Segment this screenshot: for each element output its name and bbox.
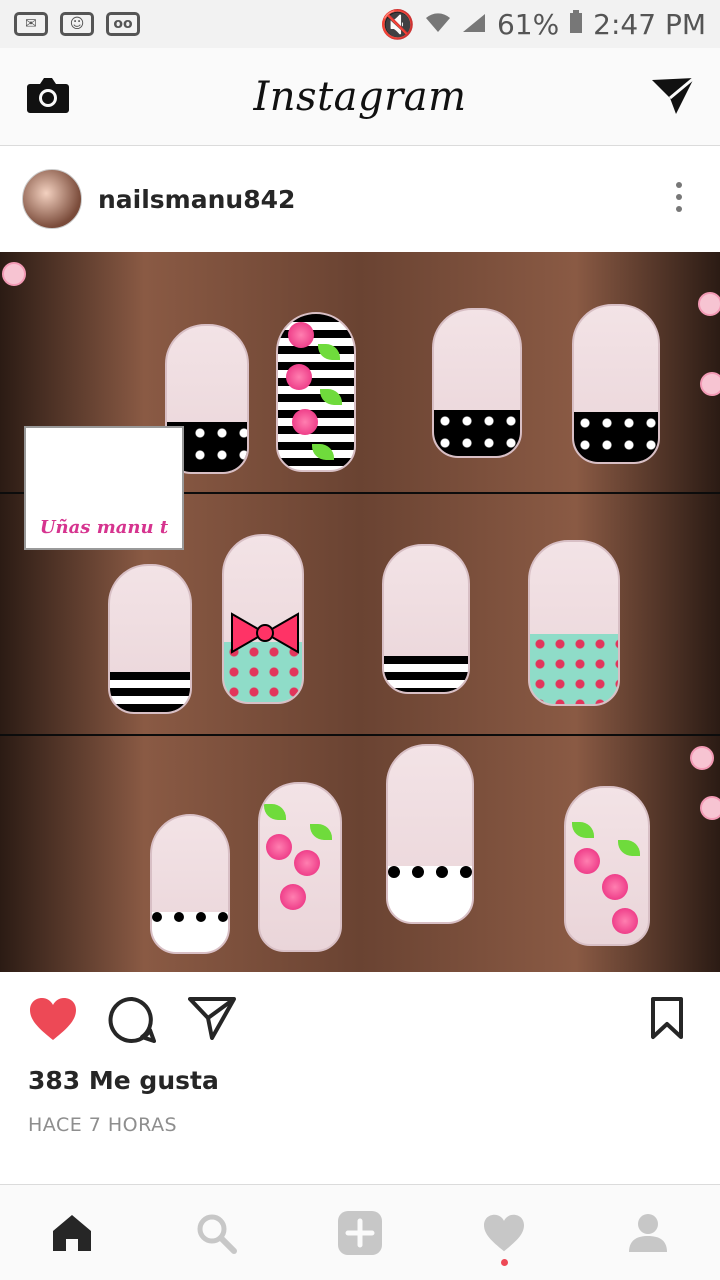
instagram-logo: Instagram	[253, 73, 467, 120]
voicemail-icon: oo	[106, 12, 140, 36]
nail	[258, 782, 342, 952]
post-image[interactable]: Uñas manu t	[0, 252, 720, 972]
comment-icon[interactable]	[108, 996, 156, 1048]
search-icon[interactable]	[192, 1209, 240, 1257]
app-header: Instagram	[0, 48, 720, 146]
watermark-logo: Uñas manu t	[24, 426, 184, 550]
direct-message-icon[interactable]	[650, 76, 696, 120]
likes-count[interactable]: 383 Me gusta	[28, 1066, 219, 1095]
nail	[150, 814, 230, 954]
post-timestamp: HACE 7 HORAS	[28, 1114, 178, 1136]
more-options-icon[interactable]	[676, 182, 682, 212]
nail	[572, 304, 660, 464]
camera-icon[interactable]	[26, 76, 70, 118]
like-heart-icon[interactable]	[28, 996, 78, 1046]
app-icon: ☺	[60, 12, 94, 36]
nail	[432, 308, 522, 458]
nail	[382, 544, 470, 694]
post-header: nailsmanu842	[0, 146, 720, 252]
mail-icon: ✉	[14, 12, 48, 36]
bookmark-icon[interactable]	[650, 996, 684, 1044]
wifi-icon	[425, 8, 451, 41]
battery-icon	[569, 8, 583, 41]
watermark-text: Uñas manu t	[39, 517, 169, 538]
nail	[564, 786, 650, 946]
profile-icon[interactable]	[624, 1209, 672, 1257]
nail	[528, 540, 620, 706]
add-icon[interactable]	[336, 1209, 384, 1257]
nail	[108, 564, 192, 714]
status-bar: ✉ ☺ oo 🔇 61% 2:47 PM	[0, 0, 720, 48]
home-icon[interactable]	[48, 1209, 96, 1257]
share-icon[interactable]	[188, 996, 236, 1044]
post-username[interactable]: nailsmanu842	[98, 185, 295, 214]
battery-percent: 61%	[496, 7, 560, 41]
bottom-tab-bar	[0, 1184, 720, 1280]
notification-dot	[501, 1259, 508, 1266]
status-bar-system: 🔇 61% 2:47 PM	[380, 8, 706, 41]
clock: 2:47 PM	[593, 7, 706, 41]
nail	[222, 534, 304, 704]
status-bar-notifications: ✉ ☺ oo	[14, 12, 140, 36]
nail	[386, 744, 474, 924]
nail	[276, 312, 356, 472]
signal-icon	[461, 8, 487, 41]
activity-icon[interactable]	[480, 1209, 528, 1266]
avatar[interactable]	[22, 169, 82, 229]
post-actions	[0, 976, 720, 1066]
mute-icon: 🔇	[380, 7, 415, 41]
image-row	[0, 736, 720, 972]
